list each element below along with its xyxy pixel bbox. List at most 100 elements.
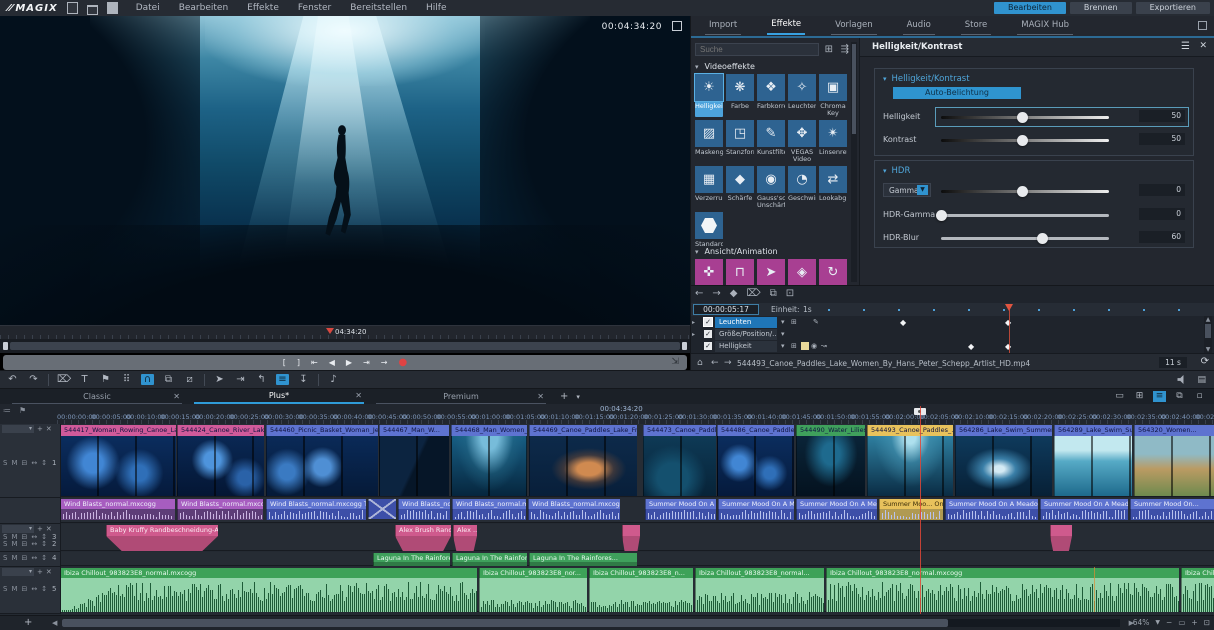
- audio-mixdown-icon[interactable]: ♪: [327, 374, 340, 385]
- preview-scroll-thumb[interactable]: [10, 342, 680, 350]
- clip-title[interactable]: 544417_Woman_Rowing_Canoe_Lake_By_H...: [60, 425, 176, 436]
- keyframe-diamond[interactable]: ◆: [968, 342, 974, 351]
- resize-v-icon[interactable]: ↕: [41, 533, 47, 541]
- effect-tile-stanzformen[interactable]: ◳Stanzformen: [726, 120, 754, 163]
- lock-icon[interactable]: ⊟: [22, 533, 28, 541]
- close-tab-icon[interactable]: ✕: [355, 391, 362, 400]
- tab-audio[interactable]: Audio: [903, 18, 935, 35]
- clip-title[interactable]: 564320_Women...: [1134, 425, 1214, 436]
- lock-icon[interactable]: ⊟: [22, 554, 28, 562]
- music-waveform[interactable]: [695, 578, 824, 612]
- clip-title[interactable]: 544486_Canoe_Paddles_Lak...: [717, 425, 794, 436]
- keyframe-box-icon[interactable]: ⊞: [791, 342, 797, 350]
- compact-view-icon[interactable]: ▫: [1193, 391, 1206, 402]
- clip-title[interactable]: Ibiza Chillout_983823E8_normal...: [695, 568, 824, 578]
- group-dropdown[interactable]: ▾: [2, 568, 34, 576]
- mute-button[interactable]: M: [11, 533, 17, 541]
- keyframe-diamond[interactable]: ◆: [900, 318, 906, 327]
- ambience-clip-body[interactable]: [529, 562, 637, 566]
- clip-title[interactable]: Wind Blasts_normal.mxcogg: [452, 499, 526, 509]
- solo-button[interactable]: S: [3, 585, 7, 593]
- mouse-mode-icon[interactable]: ➤: [213, 374, 226, 385]
- group-dropdown[interactable]: ▾: [2, 425, 34, 433]
- slider-thumb[interactable]: [1037, 233, 1048, 244]
- audio-strip[interactable]: [796, 509, 877, 520]
- music-waveform[interactable]: [60, 578, 477, 612]
- track-enabled-checkbox[interactable]: ✓: [704, 342, 712, 350]
- loop-icon[interactable]: ⟳: [1201, 356, 1209, 367]
- range-end-button[interactable]: ]: [297, 355, 300, 370]
- music-waveform[interactable]: [1181, 578, 1214, 612]
- group-close-icon[interactable]: ✕: [46, 568, 52, 576]
- clip-title[interactable]: 544467_Man_W...: [379, 425, 449, 436]
- delete-keyframe-icon[interactable]: ⌦: [746, 288, 760, 299]
- audio-strip[interactable]: [945, 509, 1038, 520]
- new-tab-icon[interactable]: +: [560, 391, 568, 402]
- keyframe-track-helligkeit[interactable]: ✓Helligkeit▾⊞◉↝◆◆: [691, 341, 1214, 353]
- clip-title[interactable]: [1050, 525, 1072, 536]
- ambience-clip-body[interactable]: [373, 562, 450, 566]
- audio-strip[interactable]: [718, 509, 794, 520]
- lock-icon[interactable]: ⊟: [22, 459, 28, 467]
- clip-title[interactable]: 564286_Lake_Swim_Summer_Friends_B: [955, 425, 1052, 436]
- search-input[interactable]: [695, 43, 819, 56]
- timeline-scrollbar[interactable]: [62, 619, 1120, 627]
- panel-maximize-icon[interactable]: [1198, 21, 1207, 30]
- clip-title[interactable]: Wind Blasts_normal.mxcogg: [60, 499, 175, 509]
- group-close-icon[interactable]: ✕: [46, 425, 52, 433]
- effect-tile-verzerrung[interactable]: ▦Verzerrung: [695, 166, 723, 209]
- chevron-down-icon[interactable]: ▼: [917, 185, 928, 195]
- video-clip-thumbnails[interactable]: [717, 436, 794, 496]
- expander-icon[interactable]: ▸: [692, 331, 695, 338]
- audio-strip[interactable]: [398, 509, 450, 520]
- save-project-icon[interactable]: [107, 2, 118, 14]
- video-clip-thumbnails[interactable]: [796, 436, 865, 496]
- slider-track[interactable]: [941, 116, 1109, 119]
- track-options-icon[interactable]: ≔: [3, 406, 11, 415]
- storyboard-view-icon[interactable]: ⊞: [1133, 391, 1146, 402]
- title-clip-body[interactable]: [622, 536, 640, 551]
- clip-title[interactable]: 544468_Man_Women_Wo...: [451, 425, 527, 436]
- tab-effekte[interactable]: Effekte: [767, 17, 805, 35]
- timeline-tab-premium[interactable]: Premium✕: [376, 389, 546, 404]
- preview-monitor-icon[interactable]: ▭: [1113, 391, 1126, 402]
- clip-title[interactable]: Alex Brush Randb...: [395, 525, 451, 536]
- effect-tile-leuchten[interactable]: ✧Leuchten: [788, 74, 816, 117]
- unit-value[interactable]: 1s: [803, 305, 812, 314]
- magnet-icon[interactable]: ∩: [141, 374, 154, 385]
- group-add-icon[interactable]: +: [37, 425, 43, 433]
- link-icon[interactable]: ⧉: [162, 374, 175, 385]
- effect-tile-maskenge-[interactable]: ▨Maskenge...: [695, 120, 723, 163]
- slider-thumb[interactable]: [1017, 186, 1028, 197]
- clip-title[interactable]: 544424_Canoe_River_Lake_Vrig...: [177, 425, 264, 436]
- clip-title[interactable]: Ibiza Chillout_983823E8_n...: [589, 568, 693, 578]
- preview-ruler[interactable]: 04:34:20: [0, 325, 690, 340]
- video-clip-thumbnails[interactable]: [529, 436, 637, 496]
- menu-item-effekte[interactable]: Effekte: [247, 3, 279, 13]
- keyframe-scrollbar[interactable]: ▲ ▼: [1204, 316, 1212, 353]
- clip-title[interactable]: 544473_Canoe_Paddles...: [643, 425, 716, 436]
- exportieren-mode-button[interactable]: Exportieren: [1136, 2, 1210, 14]
- group-close-icon[interactable]: ✕: [46, 525, 52, 533]
- menu-item-fenster[interactable]: Fenster: [298, 3, 331, 13]
- timeline-view-icon[interactable]: ≡: [1153, 391, 1166, 402]
- crossfade-box[interactable]: [368, 499, 396, 519]
- keyframe-track-gr-e-position-[interactable]: ▸✓Größe/Position/...▾: [691, 329, 1214, 341]
- text-icon[interactable]: T: [78, 374, 91, 385]
- pan-icon[interactable]: ⊡: [1204, 618, 1210, 627]
- resize-h-icon[interactable]: ↔: [31, 459, 37, 467]
- audio-strip[interactable]: [879, 509, 943, 520]
- audio-strip[interactable]: [528, 509, 620, 520]
- volume-icon[interactable]: [1177, 375, 1187, 384]
- clip-title[interactable]: Ibiza Chillout_983823E8_normal.mxcogg: [826, 568, 1179, 578]
- copy-keyframe-icon[interactable]: ⧉: [770, 288, 777, 299]
- track-enabled-checkbox[interactable]: ✓: [704, 318, 712, 326]
- keyframe-timecode[interactable]: 00:00:05:17: [693, 304, 759, 315]
- clip-title[interactable]: 544493_Canoe_Paddles_...: [867, 425, 953, 436]
- new-project-icon[interactable]: [67, 2, 78, 14]
- mouse-mode-all-icon[interactable]: ⇥: [234, 374, 247, 385]
- clip-title[interactable]: Laguna In The Rainforest_n...: [452, 553, 527, 562]
- multicam-view-icon[interactable]: ⧉: [1173, 391, 1186, 402]
- record-button[interactable]: ●: [398, 355, 407, 370]
- title-clip-body[interactable]: [395, 536, 451, 551]
